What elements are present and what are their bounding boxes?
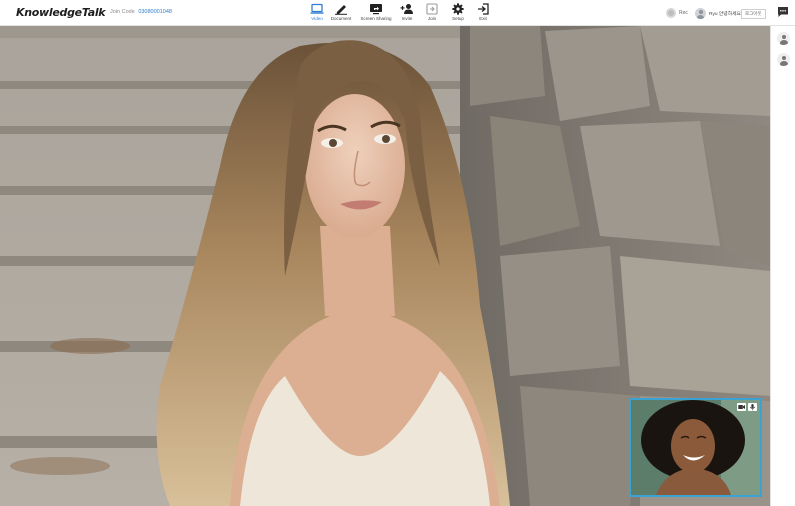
local-participant-video [631, 400, 760, 495]
add-user-icon [400, 4, 413, 14]
logout-button[interactable]: 로그아웃 [741, 9, 766, 19]
gear-icon [452, 3, 464, 15]
pen-icon [335, 5, 347, 15]
microphone-icon[interactable] [748, 403, 757, 411]
top-bar: KnowledgeTalk Join Code 03080001048 Vide… [0, 0, 795, 26]
self-view-controls [737, 403, 757, 411]
user-icon[interactable] [777, 32, 790, 45]
exit-icon [478, 3, 489, 15]
chat-icon[interactable] [777, 6, 789, 18]
join-icon [426, 3, 438, 15]
user-name: Ryu 안녕하세요 [709, 11, 741, 17]
room-code-value[interactable]: 03080001048 [138, 9, 172, 15]
room-code-label: Join Code [110, 9, 135, 15]
record-icon [666, 8, 676, 18]
room-code-info: Join Code 03080001048 [110, 9, 172, 15]
document-label: Document [330, 16, 352, 21]
exit-label: Exit [479, 16, 487, 21]
document-button[interactable]: Document [326, 2, 356, 24]
screen-share-icon [370, 4, 382, 15]
exit-button[interactable]: Exit [468, 2, 498, 24]
record-button[interactable]: Rec [666, 7, 688, 19]
user-profile[interactable]: Ryu 안녕하세요 [695, 7, 741, 19]
screen-sharing-label: Screen Sharing [360, 16, 392, 21]
avatar [695, 7, 706, 19]
user-icon[interactable] [777, 53, 790, 66]
app-logo: KnowledgeTalk [16, 6, 106, 19]
participant-rail [770, 26, 795, 506]
record-label: Rec [679, 10, 688, 16]
camera-icon[interactable] [737, 403, 746, 411]
self-video-preview[interactable] [629, 398, 762, 497]
main-video-stream [0, 26, 770, 506]
screen-sharing-button[interactable]: Screen Sharing [360, 2, 392, 24]
laptop-icon [310, 3, 324, 14]
